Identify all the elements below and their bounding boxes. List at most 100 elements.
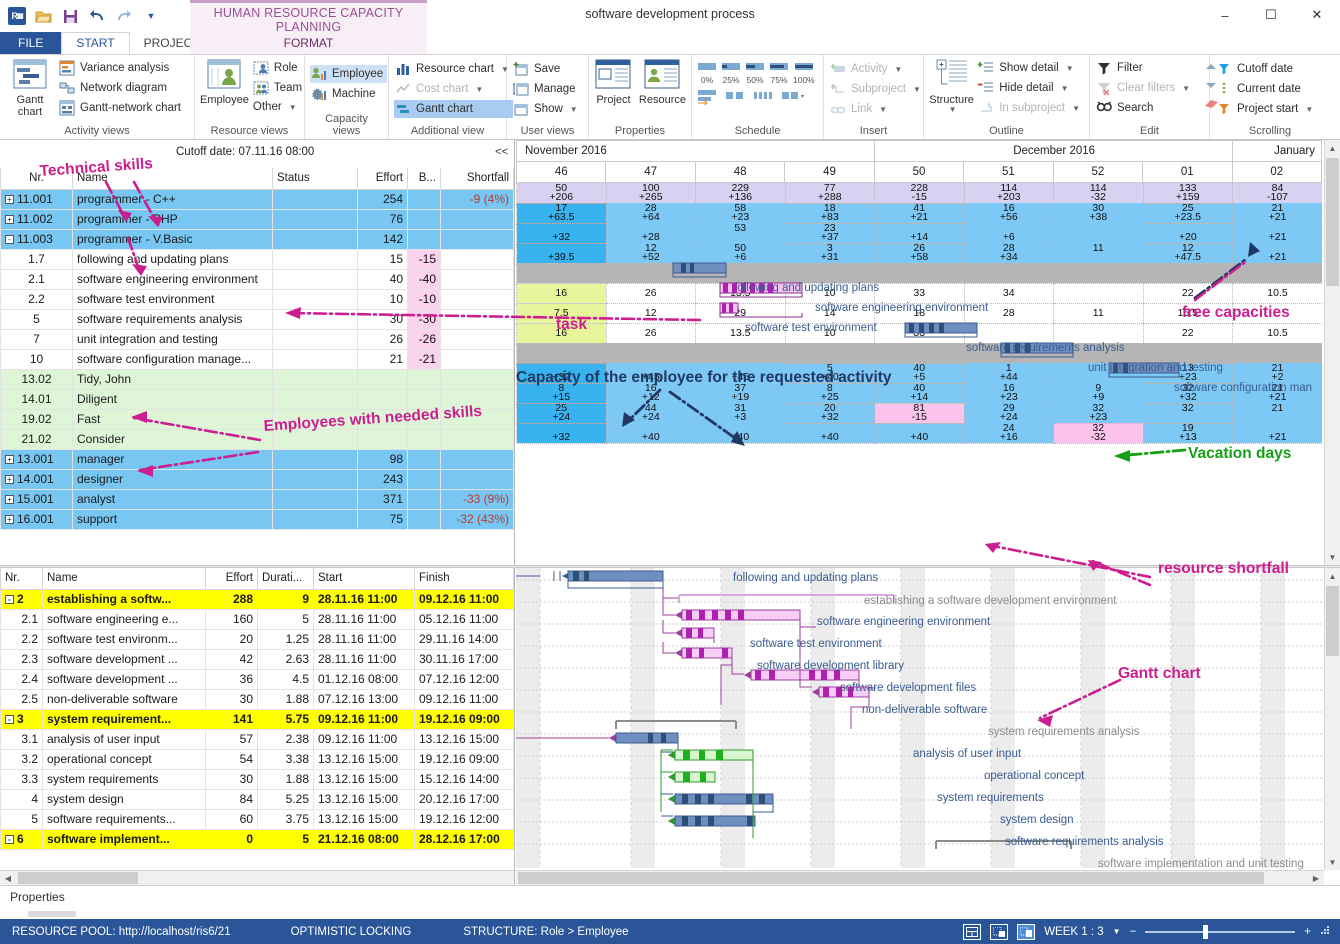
capacity-table[interactable]: Nr. Name Status Effort B... Shortfall +1… [0,168,514,530]
gcol-start[interactable]: Start [313,568,415,590]
cutoff-date-button[interactable]: Cutoff date [1215,60,1317,78]
capacity-cell[interactable]: 12 +52 [605,243,696,264]
capacity-row[interactable]: +11.001 programmer - C++ 254 -9 (4%) [0,188,514,210]
capacity-row[interactable]: 13.02 Tidy, John [0,368,514,390]
row-expander[interactable]: + [5,515,14,525]
tab-file[interactable]: FILE [0,32,62,54]
capacity-cell[interactable]: 33 [874,283,964,304]
gantt-row[interactable]: -6 software implement... 0 5 21.12.16 08:00 2… [0,828,514,850]
gantt-row[interactable]: 3.3 system requirements 30 1.88 13.12.16 15:… [0,768,514,790]
capacity-cell[interactable]: 12 +47.5 [1142,243,1233,264]
capacity-cell[interactable]: 11 [1053,243,1143,264]
timescale-week[interactable]: 48 [694,161,786,183]
show-detail-button[interactable]: Show detail ▼ [977,59,1084,77]
capacity-cell[interactable]: 29 [695,303,785,324]
capacity-cell[interactable]: +21 [1232,423,1322,444]
search-button[interactable]: Search [1095,99,1194,117]
zoom-dropdown-icon[interactable]: ▼ [1113,927,1121,936]
capacity-row[interactable]: -11.003 programmer - V.Basic 142 [0,228,514,250]
capacity-data-row[interactable]: 16 26 13.5 10 33 22 10.5 [516,323,1322,344]
capacity-cell[interactable]: 22 [1142,283,1233,304]
gantt-row[interactable]: 2.2 software test environm... 20 1.25 28.11.… [0,628,514,650]
col-nr[interactable]: Nr. [0,168,73,190]
gantt-hscroll-thumb[interactable] [518,872,1264,884]
capacity-row[interactable]: 7 unit integration and testing 26 -26 [0,328,514,350]
capacity-row[interactable]: +15.001 analyst 371 -33 (9%) [0,488,514,510]
capacity-cell[interactable]: +40 [874,423,964,444]
capacity-cell[interactable]: +40 [695,423,785,444]
capacity-cell[interactable]: 11 [1053,303,1143,324]
capacity-cell[interactable]: 26 +58 [874,243,964,264]
capacity-cell[interactable]: 21 +21 [1232,203,1322,224]
capacity-cell[interactable]: 28 +34 [963,243,1054,264]
capacity-cell[interactable] [1053,323,1143,344]
timescale-week[interactable]: 52 [1052,161,1144,183]
gantt-row[interactable]: 5 software requirements... 60 3.75 13.12.16 … [0,808,514,830]
gantt-row[interactable]: 2.3 software development ... 42 2.63 28.11.1… [0,648,514,670]
capacity-cell[interactable]: +32 [516,423,606,444]
capacity-cell[interactable]: 7.5 [516,303,606,324]
resource-properties-button[interactable]: Resource [639,59,686,106]
schedule-0pct-button[interactable]: 0% [697,61,717,85]
capacity-cell[interactable]: 77 +288 [784,183,875,204]
gantt-chart-area[interactable]: following and updating plans establishing… [516,568,1340,885]
filter-button[interactable]: Filter [1095,59,1194,77]
capacity-row[interactable]: 2.2 software test environment 10 -10 [0,288,514,310]
gantt-row[interactable]: 2.1 software engineering e... 160 5 28.11.16… [0,608,514,630]
timescale-week[interactable]: 47 [605,161,696,183]
minimize-button[interactable]: – [1202,0,1248,30]
capacity-cell[interactable]: 8 +15 [516,383,606,404]
capacity-cell[interactable]: 22 [1142,323,1233,344]
tab-format-zone[interactable]: FORMAT [190,32,427,54]
capacity-timescale[interactable]: November 2016 December 2016 January 46 47 48… [516,140,1322,183]
schedule-25pct-button[interactable]: 25% [721,61,741,85]
capacity-cell[interactable]: 24 +16 [963,423,1054,444]
resize-grip-icon[interactable] [1320,925,1330,938]
capacity-cell[interactable]: 26 [605,283,696,304]
capacity-row[interactable]: 14.01 Diligent [0,388,514,410]
capacity-row[interactable]: 2.1 software engineering environment 40 -40 [0,268,514,290]
gantt-canvas[interactable]: following and updating plans establishing… [516,568,1340,885]
row-expander[interactable]: + [5,195,14,205]
gantt-row[interactable]: -3 system requirement... 141 5.75 09.12.16 1… [0,708,514,730]
timescale-week[interactable]: 02 [1231,161,1322,183]
current-date-button[interactable]: Current date [1215,80,1317,98]
gantt-row[interactable]: 3.2 operational concept 54 3.38 13.12.16 15:… [0,748,514,770]
capacity-cell[interactable]: +32 [516,363,606,384]
zoom-in-button[interactable]: + [1304,926,1311,938]
capacity-grid[interactable]: Cutoff date: 07.11.16 08:00 << Nr. Name … [0,140,515,565]
schedule-start-icon[interactable] [697,89,717,108]
schedule-50pct-button[interactable]: 50% [745,61,765,85]
capacity-cell[interactable]: 19 +13 [1142,423,1233,444]
capacity-cell[interactable]: 16 [516,283,606,304]
variance-analysis-button[interactable]: Variance analysis [58,59,185,77]
status-right-controls[interactable]: WEEK 1 : 3 ▼ − + [963,923,1340,940]
capacity-cell[interactable]: 81 -15 [874,403,964,424]
capacity-cell[interactable]: +21 [1232,243,1322,264]
gantt-horizontal-scrollbar[interactable]: ▶ [516,870,1324,885]
gantt-chart-button[interactable]: Gantt chart [5,59,55,118]
row-expander[interactable]: + [5,495,14,505]
maximize-button[interactable]: ☐ [1248,0,1294,30]
chevron-down-icon[interactable]: ▼ [570,102,578,117]
properties-tab[interactable]: Properties [10,890,65,904]
capacity-row[interactable]: 10 software configuration manage... 21 -21 [0,348,514,370]
chevron-down-icon[interactable]: ▼ [289,100,297,115]
other-views-button[interactable]: Other ▼ [252,99,306,116]
timescale-week[interactable]: 50 [873,161,965,183]
capacity-cell[interactable]: 229 +136 [695,183,785,204]
row-expander[interactable]: - [5,835,14,845]
capacity-cell[interactable]: +32 [516,223,606,244]
capacity-row[interactable]: +11.002 programmer - PHP 76 [0,208,514,230]
capacity-cell[interactable]: 44 +24 [605,403,696,424]
scroll-up-arrow-icon[interactable]: ▲ [1325,568,1340,584]
capacity-cell[interactable] [1053,283,1143,304]
col-status[interactable]: Status [272,168,358,190]
save-view-button[interactable]: Save [512,60,582,78]
capacity-cell[interactable]: 5 +40 [784,363,875,384]
capacity-cell[interactable]: 9 +9 [1053,383,1143,404]
team-button[interactable]: Team [252,79,306,97]
schedule-split-icon[interactable] [725,89,745,108]
capacity-cell[interactable]: 41 +21 [874,203,964,224]
capacity-cell[interactable]: 40 +14 [874,383,964,404]
